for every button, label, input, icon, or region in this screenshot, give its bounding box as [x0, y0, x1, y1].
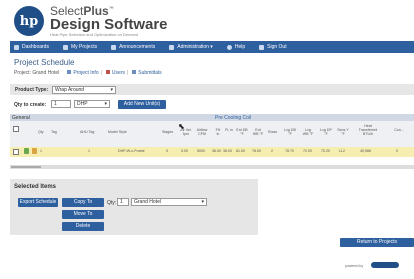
- cell-rows[interactable]: 2: [271, 149, 273, 153]
- add-new-units-button[interactable]: Add New Unit(s): [118, 100, 166, 109]
- project-name: Grand Hotel: [32, 70, 60, 76]
- megaphone-icon: [111, 44, 117, 50]
- th-fh[interactable]: FH in: [214, 128, 222, 136]
- th-airflow[interactable]: Airflow CFM: [195, 128, 209, 136]
- th-con[interactable]: Con...: [392, 128, 406, 132]
- powered-by-logo: [371, 262, 399, 268]
- document-icon: [132, 70, 137, 74]
- unit-type-select[interactable]: DHP ▾: [74, 100, 110, 108]
- th-rows[interactable]: Rows: [268, 130, 277, 134]
- th-heat-transferred[interactable]: Heat Transferred BTU/h: [356, 124, 380, 136]
- qty-input[interactable]: 1: [51, 100, 71, 108]
- th-sens[interactable]: Sens Y °F: [337, 128, 349, 136]
- project-label: Project:: [14, 70, 31, 76]
- nav-help[interactable]: Help: [226, 44, 245, 50]
- th-ent-db[interactable]: Ent DB °F: [236, 128, 248, 136]
- mouse-cursor-icon: ⬉: [178, 122, 185, 131]
- cell-ent-db[interactable]: 81.00: [236, 149, 245, 153]
- table-header: [10, 121, 414, 148]
- column-group-band: [10, 114, 414, 121]
- page-title: Project Schedule: [14, 58, 75, 67]
- edit-icon[interactable]: [24, 148, 29, 154]
- cell-lvg-db[interactable]: 78.70: [285, 149, 294, 153]
- th-lvg-db[interactable]: Lvg DB °F: [284, 128, 296, 136]
- cell-lvg-wb[interactable]: 72.00: [303, 149, 312, 153]
- nav-dashboards[interactable]: Dashboards: [14, 44, 49, 50]
- users-icon: [105, 70, 110, 74]
- brand-product: Design Software: [50, 16, 168, 33]
- th-fl[interactable]: FL in: [225, 128, 233, 132]
- powered-by-text: powered by: [345, 264, 364, 268]
- cell-heat[interactable]: 40,986: [360, 149, 371, 153]
- sign-out-icon: [259, 44, 265, 50]
- cell-air-vel[interactable]: 0.00: [181, 149, 188, 153]
- scrollbar-thumb[interactable]: [11, 166, 41, 168]
- th-qty[interactable]: Qty: [38, 130, 44, 134]
- cell-ent-wb[interactable]: 78.00: [252, 149, 261, 153]
- nav-my-projects[interactable]: My Projects: [62, 44, 97, 50]
- cell-fl[interactable]: 36.00: [223, 149, 232, 153]
- cell-qty[interactable]: 1: [40, 149, 42, 153]
- return-to-projects-button[interactable]: Return to Projects: [340, 238, 414, 247]
- th-lvg-wb[interactable]: Lvg WB °F: [302, 128, 314, 136]
- copy-icon[interactable]: [32, 148, 37, 154]
- cell-stages[interactable]: 0: [166, 149, 168, 153]
- th-ent-wb[interactable]: Ent WB °F: [252, 128, 264, 136]
- cell-airflow[interactable]: 5000: [197, 149, 205, 153]
- users-link[interactable]: Users: [104, 70, 125, 76]
- select-all-checkbox[interactable]: [13, 126, 19, 133]
- th-tag[interactable]: Tag: [51, 130, 57, 134]
- product-type-select[interactable]: Wrap Around ▾: [52, 86, 116, 94]
- cell-fh[interactable]: 36.00: [212, 149, 221, 153]
- qty-label: Qty to create:: [14, 102, 47, 108]
- product-type-label: Product Type:: [15, 87, 49, 93]
- move-to-button[interactable]: Move To: [62, 210, 104, 219]
- help-icon: [226, 44, 232, 50]
- chevron-down-icon: ▾: [104, 101, 107, 107]
- nav-announcements[interactable]: Announcements: [111, 44, 155, 50]
- nav-administration[interactable]: Administration ▾: [169, 44, 213, 50]
- copy-to-button[interactable]: Copy To: [62, 198, 104, 207]
- company-logo: hp: [14, 6, 44, 36]
- cell-lvg-dp[interactable]: 70.20: [321, 149, 330, 153]
- selected-items-title: Selected Items: [14, 184, 57, 190]
- brand-tagline: Heat Pipe Selection and Optimization on …: [50, 32, 139, 37]
- horizontal-scrollbar[interactable]: [10, 165, 414, 169]
- target-project-select[interactable]: Grand Hotel ▾: [131, 198, 207, 206]
- row-checkbox[interactable]: [13, 148, 19, 155]
- project-info-link[interactable]: Project Info: [65, 70, 99, 76]
- main-nav: Dashboards My Projects Announcements Adm…: [10, 41, 414, 53]
- export-schedule-button[interactable]: Export Schedule: [18, 198, 58, 207]
- cell-con[interactable]: 0: [396, 149, 398, 153]
- submittals-link[interactable]: Submittals: [130, 70, 162, 76]
- delete-button[interactable]: Delete: [62, 222, 104, 231]
- th-model-style[interactable]: Model Style: [108, 130, 127, 134]
- admin-icon: [169, 44, 175, 50]
- selected-qty-label: Qty:: [107, 200, 117, 206]
- cell-sens[interactable]: LL2: [339, 149, 345, 153]
- project-line: Project: Grand Hotel Project Info | User…: [14, 70, 162, 76]
- folder-icon: [62, 44, 68, 50]
- cell-model[interactable]: DHP-W-x-Frame: [118, 149, 145, 153]
- magnifier-icon: [67, 70, 72, 74]
- nav-sign-out[interactable]: Sign Out: [259, 44, 287, 50]
- th-stages[interactable]: Stages: [162, 130, 173, 134]
- selected-qty-input[interactable]: 1: [117, 198, 129, 206]
- chevron-down-icon: ▾: [110, 87, 113, 93]
- chevron-down-icon: ▾: [201, 199, 204, 205]
- th-lvg-dp[interactable]: Lvg DP °F: [320, 128, 332, 136]
- cell-ahu-tag[interactable]: 1: [88, 149, 90, 153]
- th-ahu-tag[interactable]: AHU Tag: [80, 130, 94, 134]
- dashboard-icon: [14, 44, 19, 50]
